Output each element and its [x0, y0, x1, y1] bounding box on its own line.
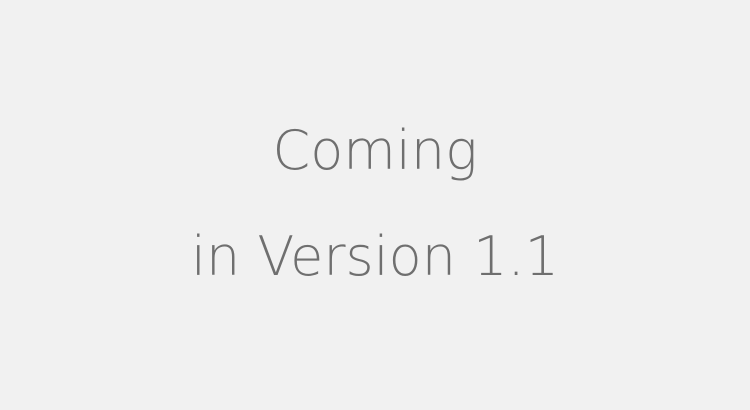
coming-text: Coming: [272, 119, 478, 182]
version-text: in Version 1.1: [190, 225, 559, 288]
coming-soon-placeholder: Coming in Version 1.1: [0, 0, 750, 410]
